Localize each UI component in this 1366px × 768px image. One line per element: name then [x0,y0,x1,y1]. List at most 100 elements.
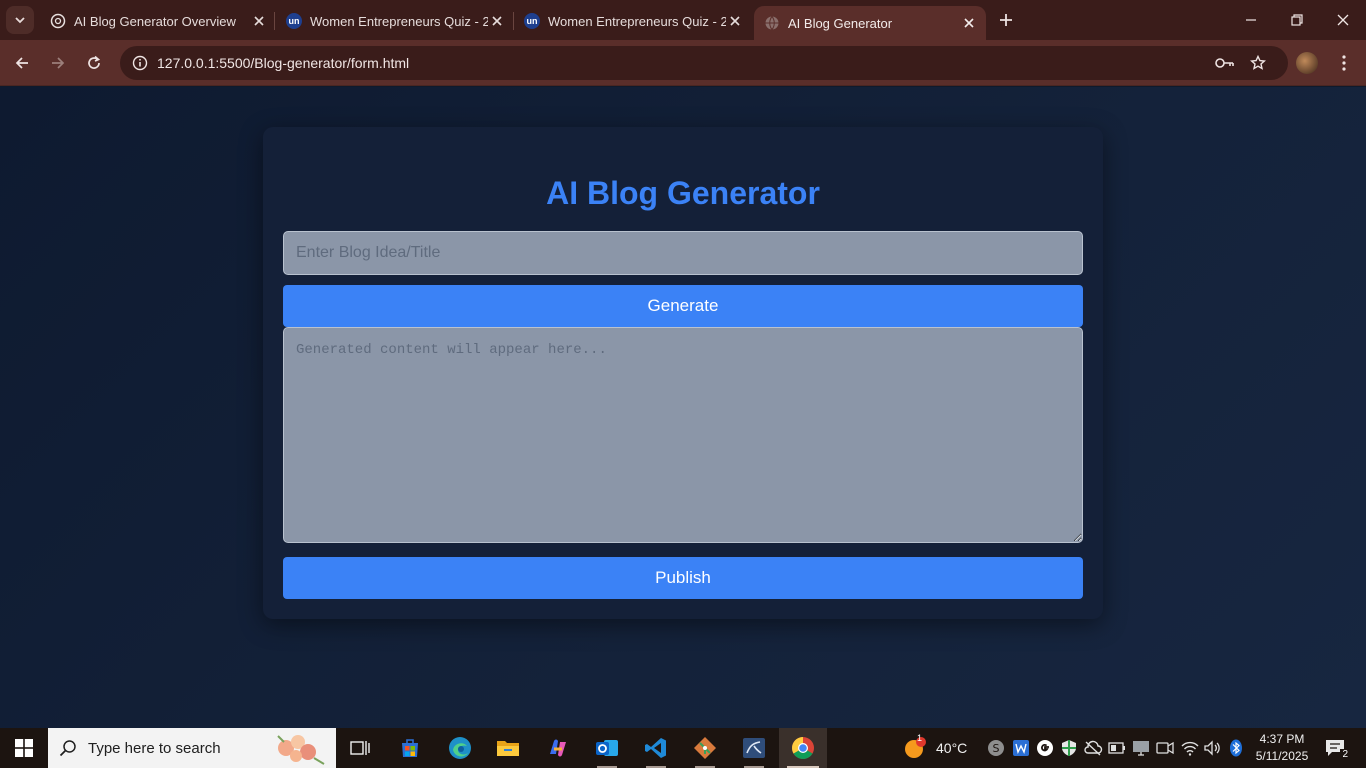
browser-menu-button[interactable] [1332,50,1356,76]
tray-security[interactable] [1059,738,1079,758]
tab-separator [274,12,275,30]
star-icon [1250,55,1266,70]
tray-battery[interactable] [1107,738,1127,758]
browser-tab[interactable]: un Women Entrepreneurs Quiz - 20 [284,6,506,36]
bookmark-button[interactable] [1247,53,1269,73]
reload-icon [88,55,101,69]
address-bar[interactable]: 127.0.0.1:5500/Blog-generator/form.html [120,46,1288,80]
tab-title: AI Blog Generator Overview [74,13,236,29]
browser-tab-strip: AI Blog Generator Overview un Women Entr… [0,0,1366,40]
close-tab-icon[interactable] [960,14,978,32]
search-placeholder: Type here to search [88,739,221,757]
close-tab-icon[interactable] [726,12,744,30]
taskbar-microsoft-store[interactable] [386,728,434,768]
clock-time: 4:37 PM [1259,732,1305,746]
speaker-icon [1204,740,1220,756]
arrow-right-icon [52,57,65,69]
browser-tab[interactable]: AI Blog Generator Overview [46,6,268,36]
weather-widget[interactable]: 1 40°C [902,728,967,768]
tray-bluetooth[interactable] [1226,738,1246,758]
taskbar-outlook[interactable] [583,728,631,768]
tray-skype[interactable]: S [986,738,1006,758]
system-clock[interactable]: 4:37 PM 5/11/2025 [1254,731,1310,765]
browser-toolbar: 127.0.0.1:5500/Blog-generator/form.html [0,40,1366,86]
tray-app-w[interactable] [1011,738,1031,758]
flowers-decoration-icon [277,735,325,765]
forward-button[interactable] [43,48,73,78]
generate-button[interactable]: Generate [283,285,1083,327]
folder-icon [497,741,519,756]
bluetooth-icon [1230,739,1242,757]
browser-tab-active[interactable]: AI Blog Generator [754,6,986,40]
close-window-button[interactable] [1320,0,1366,40]
generated-content-textarea[interactable] [283,327,1083,543]
w-app-icon [1013,740,1029,756]
chevron-down-icon [15,17,25,24]
restore-button[interactable] [1274,0,1320,40]
tab-search-button[interactable] [6,6,34,34]
back-button[interactable] [7,48,37,78]
taskbar-edge[interactable] [436,728,484,768]
start-button[interactable] [0,728,48,768]
publish-button[interactable]: Publish [283,557,1083,599]
tray-cloud[interactable] [1083,738,1103,758]
blog-generator-card: AI Blog Generator Generate Publish [263,127,1103,619]
tray-google[interactable] [1035,738,1055,758]
weather-temperature: 40°C [936,740,968,756]
google-icon [1037,740,1053,756]
key-icon [1215,58,1234,68]
taskbar-task-view[interactable] [336,728,384,768]
info-icon [132,55,148,71]
monitor-icon [1133,741,1149,756]
close-icon [1337,14,1349,26]
arrow-left-icon [15,57,28,69]
git-icon [694,737,716,759]
wifi-icon [1181,741,1199,756]
browser-tab[interactable]: un Women Entrepreneurs Quiz - 20 [522,6,744,36]
chrome-icon [792,737,814,759]
taskbar-vscode[interactable] [632,728,680,768]
tray-display[interactable] [1131,738,1151,758]
mysql-workbench-icon [743,738,765,758]
clock-date: 5/11/2025 [1255,749,1309,763]
page-viewport: AI Blog Generator Generate Publish [0,87,1366,728]
minimize-icon [1246,19,1256,21]
tray-meet[interactable] [1155,738,1175,758]
openai-favicon-icon [50,13,66,29]
taskbar-chrome[interactable] [779,728,827,768]
notification-count: 2 [1340,749,1350,760]
notification-center-button[interactable]: 2 [1318,734,1352,762]
cloud-off-icon [1084,740,1103,756]
windows-logo-icon [15,739,33,757]
password-key-button[interactable] [1214,53,1236,73]
copilot-icon [550,739,566,757]
minimize-button[interactable] [1228,0,1274,40]
battery-icon [1108,742,1125,754]
taskbar-search-box[interactable]: Type here to search [48,728,336,768]
site-info-button[interactable] [128,51,152,75]
taskbar-mysql-workbench[interactable] [730,728,778,768]
tab-separator [513,12,514,30]
tab-title: AI Blog Generator [788,15,893,31]
taskbar-git[interactable] [681,728,729,768]
blog-idea-input[interactable] [283,231,1083,275]
new-tab-button[interactable] [994,9,1018,31]
tab-title: Women Entrepreneurs Quiz - 20 [548,13,726,29]
more-vertical-icon [1342,55,1346,71]
taskbar-file-explorer[interactable] [484,728,532,768]
taskbar-copilot[interactable] [534,728,582,768]
outlook-icon [596,740,618,756]
close-tab-icon[interactable] [488,12,506,30]
reload-button[interactable] [79,48,109,78]
profile-avatar[interactable] [1296,52,1318,74]
vscode-icon [645,738,666,758]
skype-icon: S [988,740,1004,756]
tab-title: Women Entrepreneurs Quiz - 20 [310,13,488,29]
close-tab-icon[interactable] [250,12,268,30]
windows-taskbar: Type here to search 1 40°C S 4:37 PM 5/1… [0,728,1366,768]
tray-wifi[interactable] [1180,738,1200,758]
url-text: 127.0.0.1:5500/Blog-generator/form.html [157,55,410,71]
tray-volume[interactable] [1202,738,1222,758]
globe-favicon-icon [765,16,779,30]
restore-icon [1291,14,1303,26]
